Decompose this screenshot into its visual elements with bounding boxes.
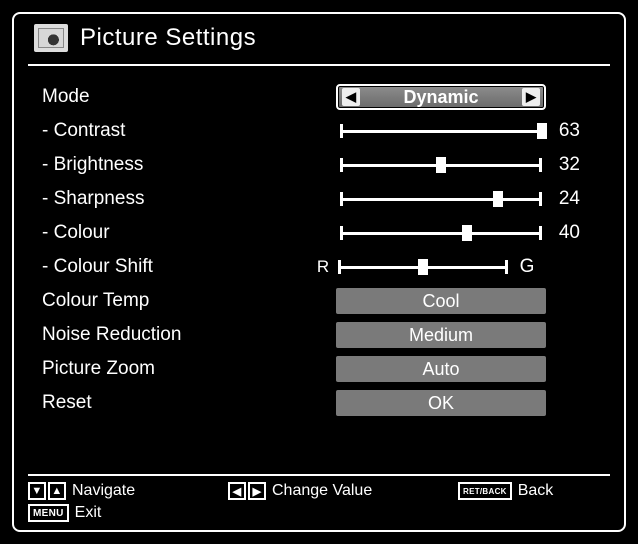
row-noise-reduction[interactable]: Noise Reduction Medium (36, 318, 610, 352)
slider-handle[interactable] (493, 191, 503, 207)
brightness-slider[interactable] (336, 164, 546, 167)
contrast-slider[interactable] (336, 130, 546, 133)
hint-back: RET/BACK Back (458, 482, 553, 500)
picture-zoom-label: Picture Zoom (36, 358, 316, 380)
arrow-right-icon: ▶ (248, 482, 266, 500)
row-brightness[interactable]: - Brightness 32 (36, 148, 610, 182)
ret-back-key-icon: RET/BACK (458, 482, 512, 500)
footer-hints: ▼ ▲ Navigate ◀ ▶ Change Value RET/BACK B… (28, 474, 610, 522)
row-mode[interactable]: Mode ◀ Dynamic ▶ (36, 80, 610, 114)
hint-change-value: ◀ ▶ Change Value (228, 482, 448, 500)
title-bar: Picture Settings (28, 14, 610, 66)
sharpness-label: - Sharpness (36, 188, 316, 210)
row-reset[interactable]: Reset OK (36, 386, 610, 420)
reset-label: Reset (36, 392, 316, 414)
colour-slider[interactable] (336, 232, 546, 235)
chevron-left-icon[interactable]: ◀ (342, 88, 360, 106)
arrow-up-icon: ▲ (48, 482, 66, 500)
slider-handle[interactable] (418, 259, 428, 275)
picture-settings-icon (34, 24, 68, 52)
colour-temp-value[interactable]: Cool (336, 288, 546, 314)
noise-reduction-value[interactable]: Medium (336, 322, 546, 348)
colour-temp-label: Colour Temp (36, 290, 316, 312)
menu-key-icon: MENU (28, 504, 69, 522)
row-sharpness[interactable]: - Sharpness 24 (36, 182, 610, 216)
brightness-label: - Brightness (36, 154, 316, 176)
hint-exit: MENU Exit (28, 504, 101, 522)
colour-shift-slider[interactable] (334, 266, 512, 269)
row-colour-shift[interactable]: - Colour Shift R G (36, 250, 610, 284)
arrow-down-icon: ▼ (28, 482, 46, 500)
colour-shift-label: - Colour Shift (36, 256, 316, 278)
row-picture-zoom[interactable]: Picture Zoom Auto (36, 352, 610, 386)
mode-label: Mode (36, 86, 316, 108)
page-title: Picture Settings (80, 24, 256, 52)
arrow-left-icon: ◀ (228, 482, 246, 500)
hint-navigate: ▼ ▲ Navigate (28, 482, 218, 500)
mode-value: Dynamic (360, 87, 522, 108)
shift-left-label: R (316, 257, 330, 277)
chevron-right-icon[interactable]: ▶ (522, 88, 540, 106)
row-colour[interactable]: - Colour 40 (36, 216, 610, 250)
settings-list: Mode ◀ Dynamic ▶ - Contrast 63 - Brightn… (28, 66, 610, 420)
colour-value: 40 (546, 222, 580, 244)
sharpness-value: 24 (546, 188, 580, 210)
reset-button[interactable]: OK (336, 390, 546, 416)
row-contrast[interactable]: - Contrast 63 (36, 114, 610, 148)
sharpness-slider[interactable] (336, 198, 546, 201)
shift-right-label: G (512, 256, 542, 278)
window-frame: Picture Settings Mode ◀ Dynamic ▶ - Cont… (12, 12, 626, 532)
slider-handle[interactable] (436, 157, 446, 173)
colour-label: - Colour (36, 222, 316, 244)
contrast-value: 63 (546, 120, 580, 142)
row-colour-temp[interactable]: Colour Temp Cool (36, 284, 610, 318)
slider-handle[interactable] (462, 225, 472, 241)
mode-selector[interactable]: ◀ Dynamic ▶ (336, 84, 546, 110)
noise-reduction-label: Noise Reduction (36, 324, 316, 346)
picture-zoom-value[interactable]: Auto (336, 356, 546, 382)
contrast-label: - Contrast (36, 120, 316, 142)
brightness-value: 32 (546, 154, 580, 176)
